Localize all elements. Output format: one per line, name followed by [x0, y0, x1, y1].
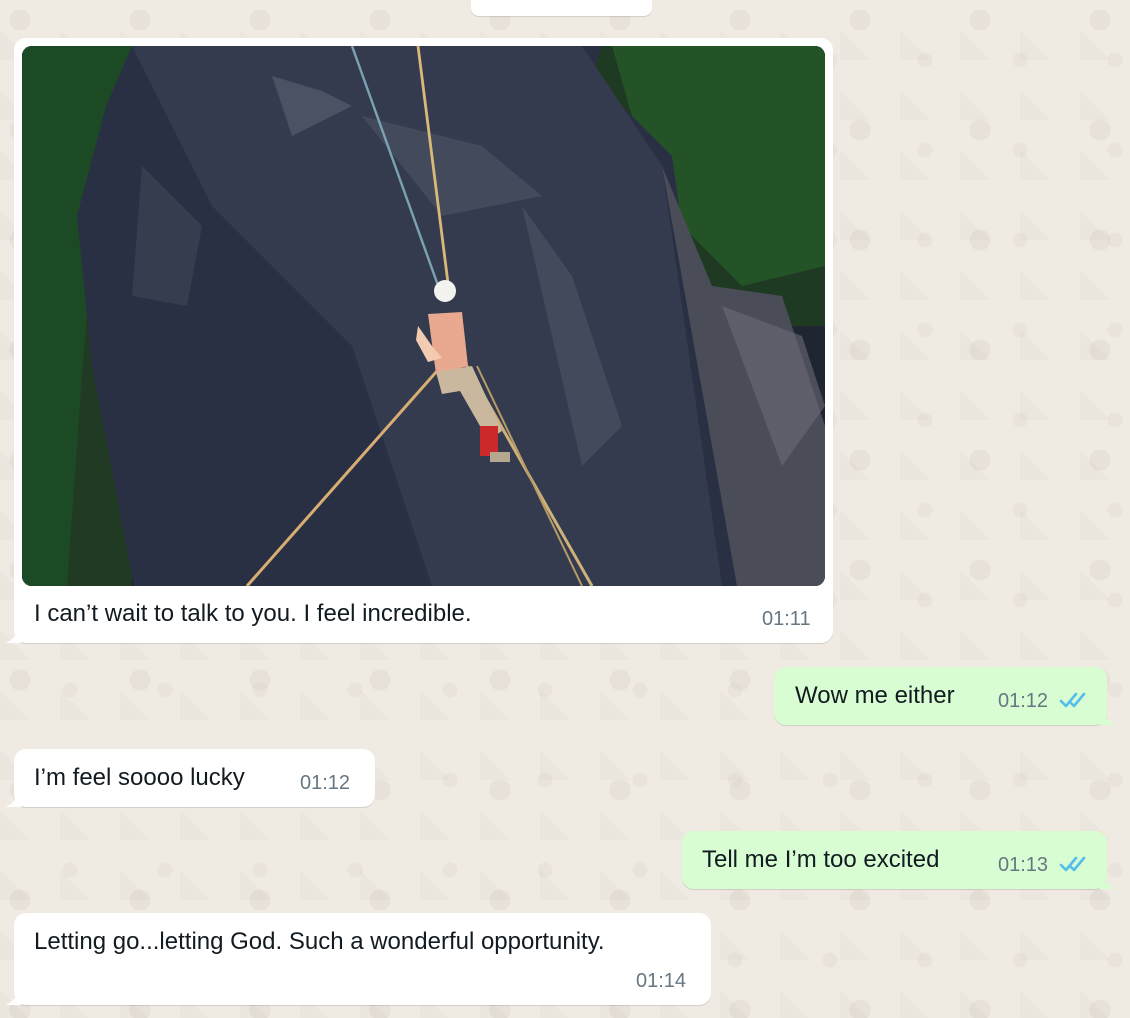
message-text: I can’t wait to talk to you. I feel incr…: [34, 600, 472, 627]
double-check-read-icon: [1059, 856, 1086, 872]
double-check-read-icon: [1059, 692, 1086, 708]
photo-climber-on-rock: [22, 46, 825, 586]
message-bubble-incoming[interactable]: Letting go...letting God. Such a wonderf…: [5, 913, 711, 1005]
bubble-tail: [5, 989, 21, 1005]
bubble-tail: [5, 791, 21, 807]
message-text: I’m feel soooo lucky: [34, 764, 245, 791]
message-time: 01:12: [300, 772, 351, 794]
message-time: 01:13: [998, 854, 1049, 876]
message-bubble-outgoing[interactable]: Wow me either 01:12: [774, 667, 1116, 725]
message-time: 01:12: [998, 690, 1049, 712]
bubble-tail: [5, 627, 21, 643]
message-photo[interactable]: [22, 46, 825, 586]
message-time: 01:11: [762, 608, 811, 630]
message-text: Wow me either: [795, 682, 955, 709]
message-text: Tell me I’m too excited: [702, 846, 940, 873]
message-bubble-incoming[interactable]: I’m feel soooo lucky 01:12: [5, 749, 375, 807]
date-divider: [471, 0, 652, 16]
message-time: 01:14: [636, 970, 687, 992]
bubble-tail: [1100, 873, 1116, 889]
bubble-tail: [1100, 709, 1116, 725]
message-bubble-incoming-photo[interactable]: I can’t wait to talk to you. I feel incr…: [5, 38, 833, 643]
message-bubble-outgoing[interactable]: Tell me I’m too excited 01:13: [682, 831, 1116, 889]
message-text: Letting go...letting God. Such a wonderf…: [34, 928, 605, 955]
